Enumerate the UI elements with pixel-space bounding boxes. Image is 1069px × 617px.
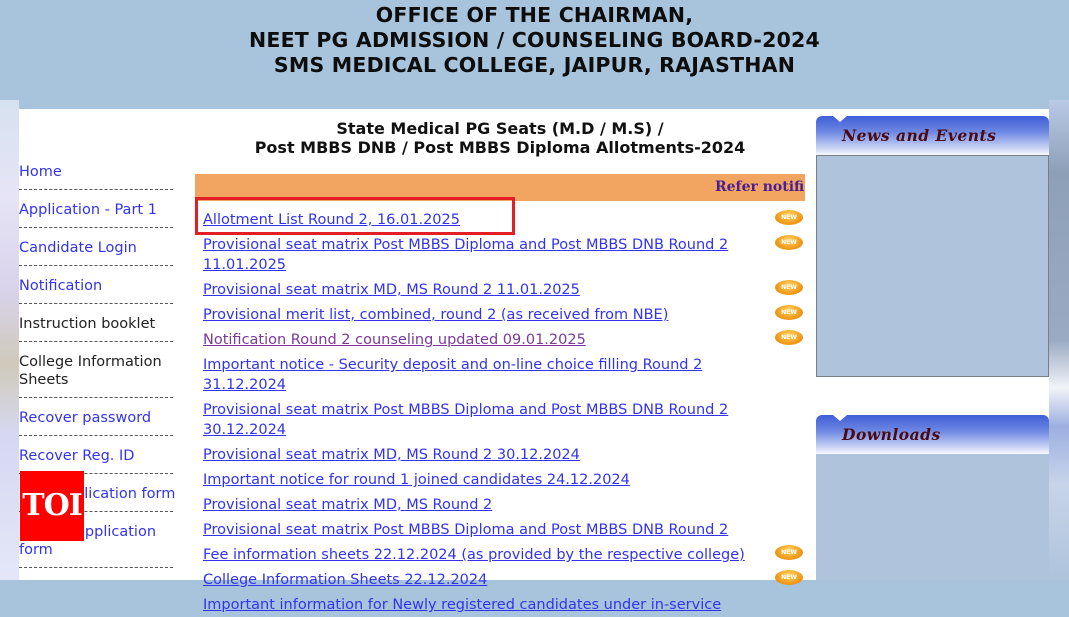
announcement-link[interactable]: Provisional seat matrix Post MBBS Diplom… [203,237,728,273]
nav-item-recover-password[interactable]: Recover password [19,407,179,429]
announcement-link[interactable]: Important information for Newly register… [203,597,721,613]
announcement-link[interactable]: Provisional seat matrix Post MBBS Diplom… [203,522,728,538]
page-title-line-1: State Medical PG Seats (M.D / M.S) / [336,119,664,138]
news-events-title: News and Events [842,126,997,145]
nav-item-instruction-booklet[interactable]: Instruction booklet [19,313,179,335]
tab-notch [833,116,847,122]
announcement-row: Provisional merit list, combined, round … [203,302,803,327]
page-title: State Medical PG Seats (M.D / M.S) / Pos… [195,119,805,157]
nav-item-candidate-login[interactable]: Candidate Login [19,237,179,259]
header-line-3: SMS MEDICAL COLLEGE, JAIPUR, RAJASTHAN [273,53,796,77]
background-left-edge [0,100,19,580]
announcement-row: Notification Round 2 counseling updated … [203,327,803,352]
announcement-row: Provisional seat matrix Post MBBS Diplom… [203,517,803,542]
marquee-text[interactable]: Refer notific: [715,179,805,195]
announcement-row: Provisional seat matrix MD, MS Round 2 [203,492,803,517]
nav-divider [19,189,173,191]
announcement-row: Provisional seat matrix MD, MS Round 2 3… [203,442,803,467]
new-badge-icon: NEW [775,545,803,560]
announcement-row: Important notice - Security deposit and … [203,352,803,397]
announcement-link[interactable]: Provisional seat matrix MD, MS Round 2 [203,497,492,513]
nav-divider [19,265,173,267]
announcement-row: Provisional seat matrix MD, MS Round 2 1… [203,277,803,302]
announcement-row: Important notice for round 1 joined cand… [203,467,803,492]
new-badge-icon: NEW [775,235,803,250]
nav-item-recover-reg-id[interactable]: Recover Reg. ID [19,445,179,467]
nav-divider [19,567,173,569]
nav-item-application-part-1[interactable]: Application - Part 1 [19,199,179,221]
announcement-row: Fee information sheets 22.12.2024 (as pr… [203,542,803,567]
nav-item-home[interactable]: Home [19,161,179,183]
announcement-link[interactable]: College Information Sheets 22.12.2024 [203,572,487,588]
announcement-link[interactable]: Provisional seat matrix MD, MS Round 2 3… [203,447,580,463]
new-badge-icon: NEW [775,570,803,585]
background-right-edge [1049,100,1069,580]
toi-watermark-logo: TOI [20,471,84,541]
new-badge-icon: NEW [775,280,803,295]
downloads-title: Downloads [842,425,941,444]
announcement-link[interactable]: Important notice - Security deposit and … [203,357,702,393]
tab-notch [833,415,847,421]
downloads-panel [816,454,1049,580]
content-area: Home Application - Part 1 Candidate Logi… [19,109,1049,613]
announcement-row: Important information for Newly register… [203,592,803,617]
news-events-header: News and Events [816,116,1049,156]
announcement-row: Provisional seat matrix Post MBBS Diplom… [203,397,803,442]
new-badge-icon: NEW [775,305,803,320]
page-title-line-2: Post MBBS DNB / Post MBBS Diploma Allotm… [254,138,746,157]
header-line-2: NEET PG ADMISSION / COUNSELING BOARD-202… [249,28,820,52]
announcement-link[interactable]: Fee information sheets 22.12.2024 (as pr… [203,547,745,563]
announcement-link[interactable]: Provisional seat matrix Post MBBS Diplom… [203,402,728,438]
announcement-link[interactable]: Provisional merit list, combined, round … [203,307,668,323]
nav-item-notification[interactable]: Notification [19,275,179,297]
nav-divider [19,397,173,399]
announcement-link[interactable]: Important notice for round 1 joined cand… [203,472,630,488]
new-badge-icon: NEW [775,210,803,225]
announcement-row: Provisional seat matrix Post MBBS Diplom… [203,232,803,277]
header-line-1: OFFICE OF THE CHAIRMAN, [375,3,694,27]
nav-divider [19,341,173,343]
nav-divider [19,435,173,437]
announcement-link[interactable]: Provisional seat matrix MD, MS Round 2 1… [203,282,580,298]
nav-item-college-information-sheets[interactable]: College Information Sheets [19,351,179,391]
highlight-annotation-box [195,197,515,235]
news-events-panel [816,155,1049,377]
downloads-header: Downloads [816,415,1049,455]
announcement-link[interactable]: Notification Round 2 counseling updated … [203,332,586,348]
nav-divider [19,303,173,305]
announcement-list: Allotment List Round 2, 16.01.2025 NEW Pro… [203,207,803,617]
new-badge-icon: NEW [775,330,803,345]
page-header: OFFICE OF THE CHAIRMAN, NEET PG ADMISSIO… [0,0,1069,108]
nav-divider [19,227,173,229]
